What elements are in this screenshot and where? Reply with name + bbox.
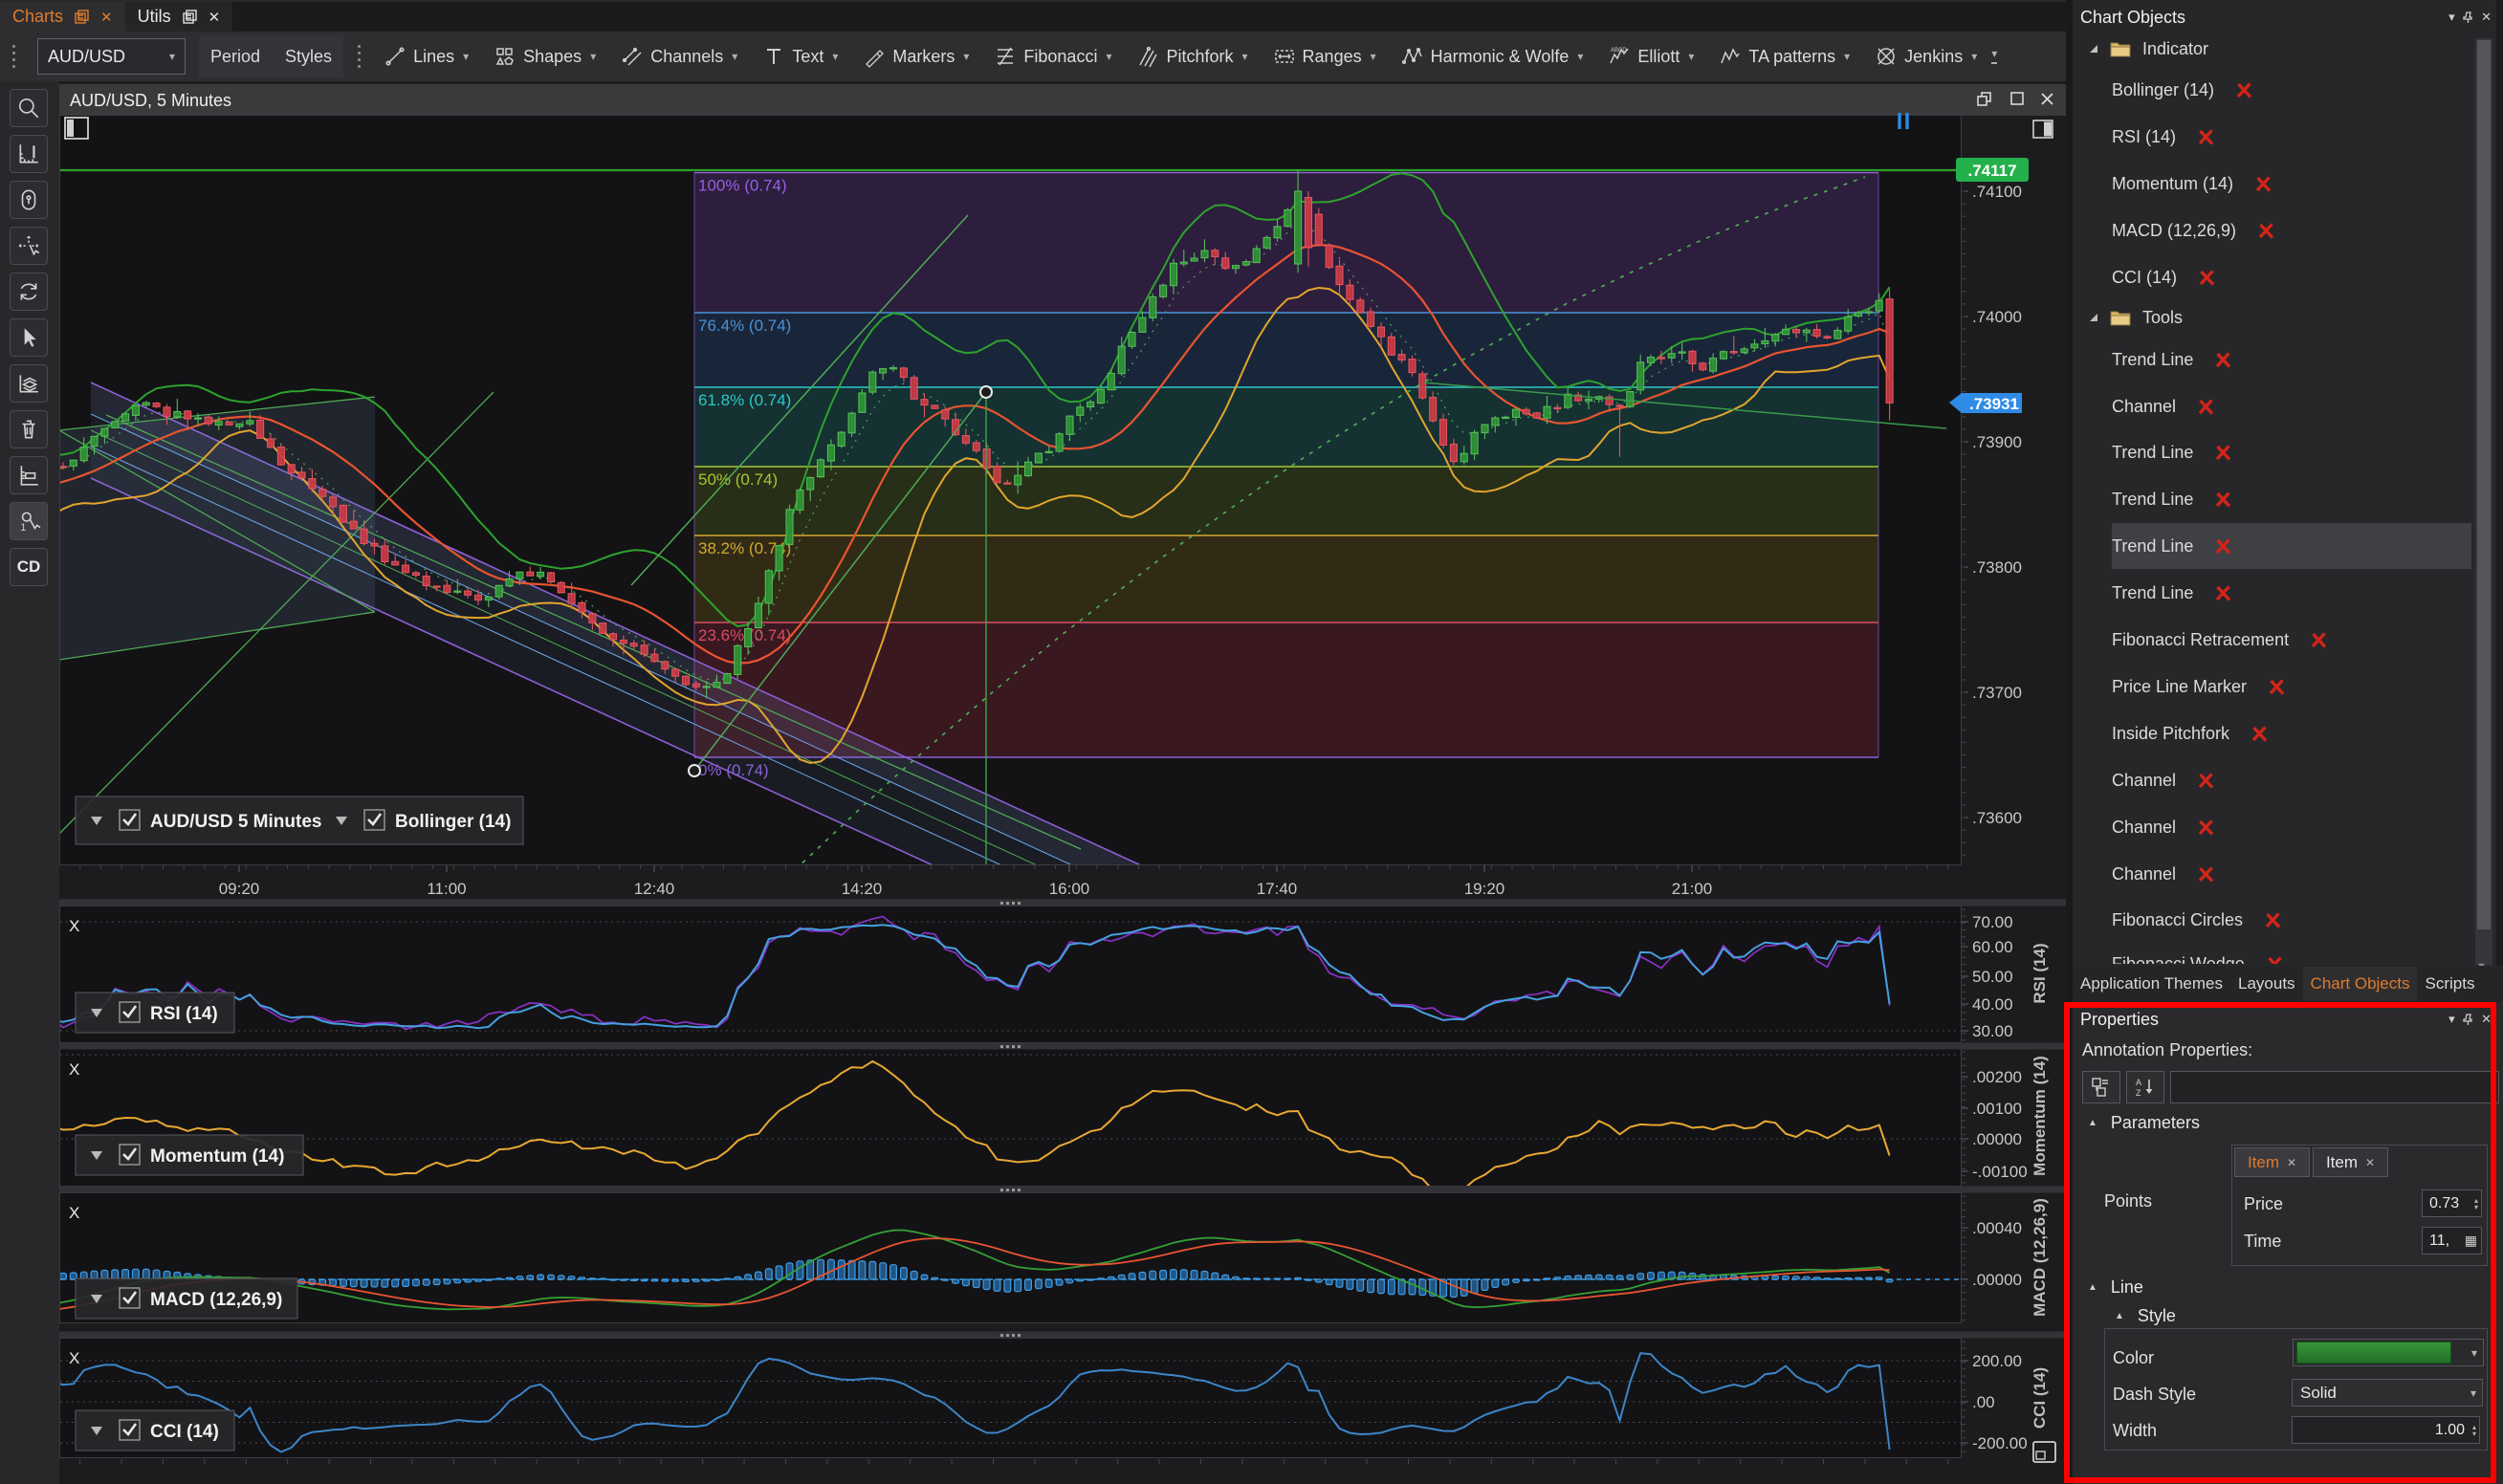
svg-text:.73700: .73700 (1972, 684, 2022, 702)
svg-text:.00000: .00000 (1972, 1130, 2022, 1148)
svg-text:30.00: 30.00 (1972, 1022, 2013, 1040)
svg-text:X: X (69, 917, 79, 935)
svg-text:MACD (12,26,9): MACD (12,26,9) (150, 1290, 282, 1310)
svg-text:.74000: .74000 (1972, 308, 2022, 326)
svg-text:61.8% (0.74): 61.8% (0.74) (698, 391, 791, 409)
svg-text:200.00: 200.00 (1972, 1352, 2022, 1370)
svg-text:.00: .00 (1972, 1393, 1995, 1411)
svg-text:RSI (14): RSI (14) (150, 1004, 218, 1024)
svg-text:14:20: 14:20 (842, 880, 883, 898)
svg-text:.00000: .00000 (1972, 1271, 2022, 1289)
svg-text:ABCD: ABCD (1611, 48, 1627, 54)
svg-text:12:40: 12:40 (634, 880, 675, 898)
svg-text:.73931: .73931 (1969, 395, 2019, 413)
svg-text:.74117: .74117 (1967, 162, 2016, 180)
svg-text:11:00: 11:00 (427, 880, 466, 898)
svg-text:21:00: 21:00 (1672, 880, 1713, 898)
svg-text:50.00: 50.00 (1972, 968, 2013, 986)
svg-text:.00040: .00040 (1972, 1219, 2022, 1237)
svg-text:RSI (14): RSI (14) (2031, 943, 2049, 1003)
svg-text:MACD (12,26,9): MACD (12,26,9) (2031, 1198, 2049, 1317)
svg-text:100% (0.74): 100% (0.74) (698, 177, 787, 195)
svg-text:-.00100: -.00100 (1972, 1163, 2028, 1181)
svg-text:-200.00: -200.00 (1972, 1434, 2028, 1452)
svg-text:X: X (69, 1204, 79, 1222)
svg-text:CCI (14): CCI (14) (2031, 1367, 2049, 1429)
svg-text:.73800: .73800 (1972, 558, 2022, 577)
svg-text:1: 1 (20, 522, 26, 534)
svg-text:16:00: 16:00 (1049, 880, 1090, 898)
svg-text:09:20: 09:20 (219, 880, 260, 898)
svg-text:X: X (69, 1349, 79, 1367)
svg-text:76.4% (0.74): 76.4% (0.74) (698, 316, 791, 335)
svg-text:AUD/USD, 5 Minutes: AUD/USD, 5 Minutes (70, 91, 231, 110)
svg-text:AUD/USD 5 Minutes: AUD/USD 5 Minutes (150, 812, 321, 832)
svg-text:40.00: 40.00 (1972, 995, 2013, 1014)
svg-text:50% (0.74): 50% (0.74) (698, 470, 778, 489)
svg-text:X: X (69, 1060, 79, 1079)
svg-text:70.00: 70.00 (1972, 913, 2013, 931)
svg-text:CCI (14): CCI (14) (150, 1422, 219, 1442)
svg-text:60.00: 60.00 (1972, 938, 2013, 956)
svg-text:.73600: .73600 (1972, 809, 2022, 827)
svg-text:Momentum (14): Momentum (14) (2031, 1056, 2049, 1176)
svg-text:Momentum (14): Momentum (14) (150, 1146, 284, 1167)
svg-text:19:20: 19:20 (1464, 880, 1505, 898)
svg-text:17:40: 17:40 (1257, 880, 1298, 898)
svg-text:.00100: .00100 (1972, 1100, 2022, 1118)
svg-text:Bollinger (14): Bollinger (14) (395, 812, 511, 832)
svg-text:.73900: .73900 (1972, 433, 2022, 451)
svg-text:.74100: .74100 (1972, 183, 2022, 201)
svg-text:.00200: .00200 (1972, 1068, 2022, 1086)
